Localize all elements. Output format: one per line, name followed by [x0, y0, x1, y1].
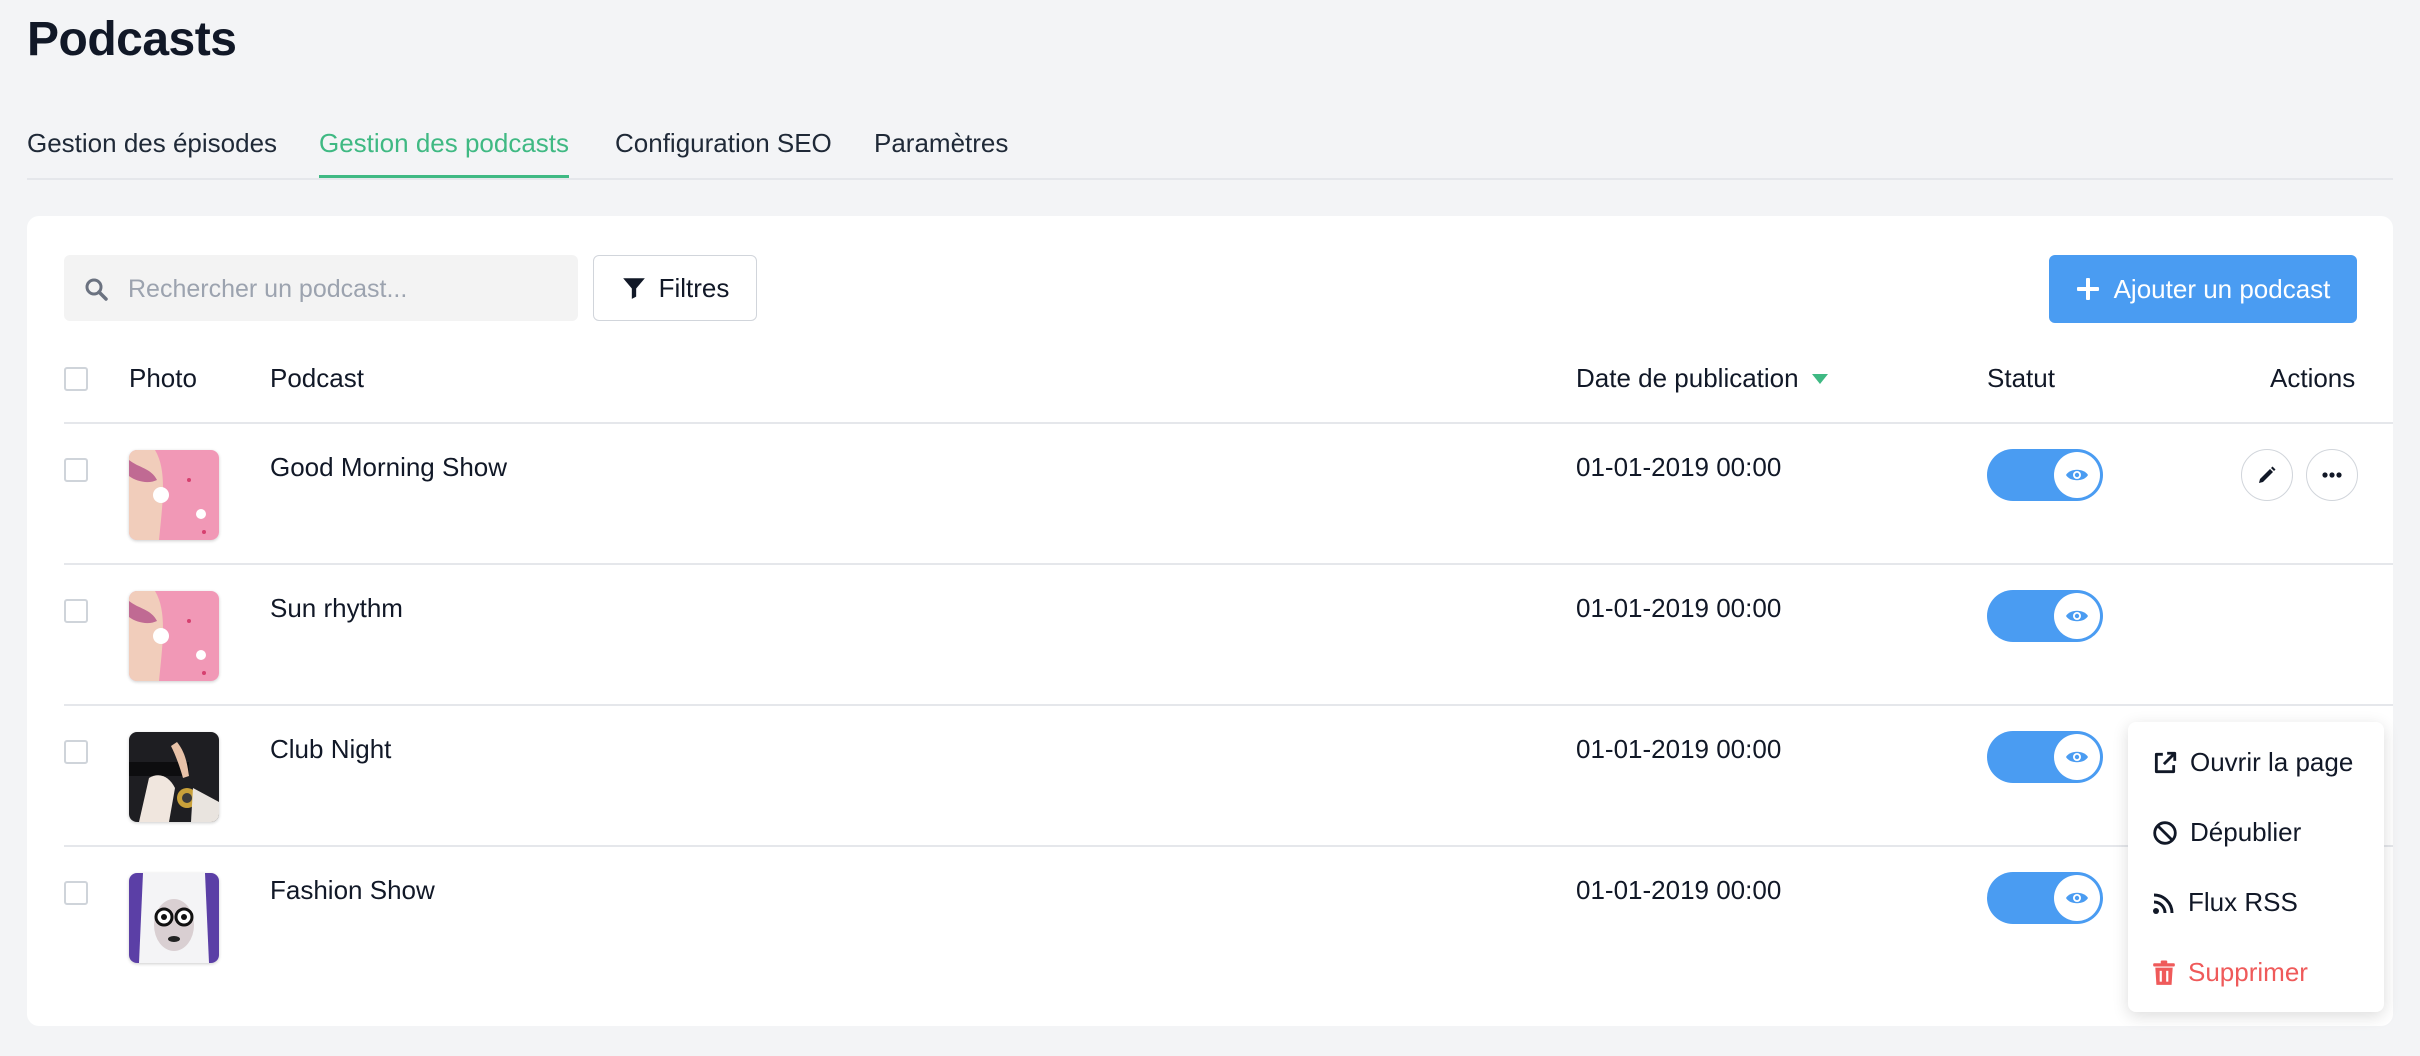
- status-toggle[interactable]: [1987, 731, 2103, 783]
- pencil-icon: [2259, 466, 2276, 483]
- tab-seo[interactable]: Configuration SEO: [615, 128, 832, 175]
- menu-item-delete[interactable]: Supprimer: [2152, 957, 2308, 988]
- toggle-knob: [2054, 734, 2100, 780]
- podcast-name[interactable]: Club Night: [270, 734, 391, 765]
- publication-date: 01-01-2019 00:00: [1576, 593, 1782, 623]
- publication-date: 01-01-2019 00:00: [1576, 452, 1782, 482]
- menu-item-rss-feed[interactable]: Flux RSS: [2152, 887, 2298, 918]
- filter-button[interactable]: Filtres: [593, 255, 757, 321]
- add-podcast-label: Ajouter un podcast: [2113, 273, 2331, 304]
- menu-item-label: Supprimer: [2188, 957, 2308, 987]
- podcast-photo: [129, 450, 219, 540]
- tab-bar: Gestion des épisodes Gestion des podcast…: [27, 120, 2393, 180]
- sort-desc-icon: [1811, 373, 1828, 384]
- publication-date: 01-01-2019 00:00: [1576, 734, 1782, 764]
- status-toggle[interactable]: [1987, 449, 2103, 501]
- trash-icon: [2153, 960, 2175, 985]
- actions-dropdown-menu: Ouvrir la page Dépublier Flux RSS Suppri…: [2128, 722, 2384, 1012]
- more-actions-button[interactable]: [2306, 449, 2358, 501]
- menu-item-open-page[interactable]: Ouvrir la page: [2152, 747, 2353, 778]
- podcast-photo: [129, 873, 219, 963]
- column-header-actions: Actions: [2270, 363, 2356, 393]
- search-icon: [85, 278, 108, 301]
- menu-item-label: Dépublier: [2190, 817, 2302, 847]
- eye-icon: [2066, 751, 2088, 763]
- column-header-status: Statut: [1987, 363, 2055, 393]
- row-checkbox[interactable]: [64, 599, 88, 623]
- eye-icon: [2066, 469, 2088, 481]
- podcast-photo: [129, 591, 219, 681]
- plus-icon: [2076, 278, 2099, 300]
- filter-icon: [622, 278, 645, 299]
- more-icon: [2322, 472, 2342, 478]
- column-header-photo: Photo: [129, 363, 197, 393]
- eye-icon: [2066, 892, 2088, 904]
- page-title: Podcasts: [27, 13, 237, 66]
- column-header-date-label: Date de publication: [1576, 363, 1799, 393]
- filter-label: Filtres: [658, 272, 730, 303]
- row-divider: [64, 422, 2393, 424]
- toggle-knob: [2054, 875, 2100, 921]
- rss-icon: [2153, 893, 2174, 914]
- external-link-icon: [2154, 751, 2177, 773]
- menu-item-unpublish[interactable]: Dépublier: [2152, 817, 2301, 848]
- tab-settings[interactable]: Paramètres: [874, 128, 1008, 175]
- tab-podcasts[interactable]: Gestion des podcasts: [319, 128, 570, 178]
- toggle-knob: [2054, 593, 2100, 639]
- ban-icon: [2153, 820, 2177, 845]
- podcasts-card: Filtres Ajouter un podcast Photo Podcast…: [27, 216, 2393, 1026]
- podcast-photo: [129, 732, 219, 822]
- row-divider: [64, 563, 2393, 565]
- podcast-name[interactable]: Sun rhythm: [270, 593, 403, 624]
- row-divider: [64, 845, 2393, 847]
- menu-item-label: Ouvrir la page: [2190, 747, 2354, 777]
- status-toggle[interactable]: [1987, 872, 2103, 924]
- row-divider: [64, 704, 2393, 706]
- edit-button[interactable]: [2241, 449, 2293, 501]
- tab-episodes[interactable]: Gestion des épisodes: [27, 128, 277, 175]
- publication-date: 01-01-2019 00:00: [1576, 875, 1782, 905]
- menu-item-label: Flux RSS: [2188, 887, 2298, 917]
- search-box[interactable]: [64, 255, 578, 323]
- podcast-name[interactable]: Good Morning Show: [270, 452, 507, 483]
- add-podcast-button[interactable]: Ajouter un podcast: [2049, 255, 2357, 323]
- podcast-name[interactable]: Fashion Show: [270, 875, 435, 906]
- row-checkbox[interactable]: [64, 458, 88, 482]
- column-header-date[interactable]: Date de publication: [1576, 363, 1829, 394]
- select-all-checkbox[interactable]: [64, 367, 88, 391]
- search-input[interactable]: [126, 255, 570, 323]
- status-toggle[interactable]: [1987, 590, 2103, 642]
- eye-icon: [2066, 610, 2088, 622]
- toggle-knob: [2054, 452, 2100, 498]
- column-header-podcast[interactable]: Podcast: [270, 363, 364, 394]
- row-checkbox[interactable]: [64, 881, 88, 905]
- row-checkbox[interactable]: [64, 740, 88, 764]
